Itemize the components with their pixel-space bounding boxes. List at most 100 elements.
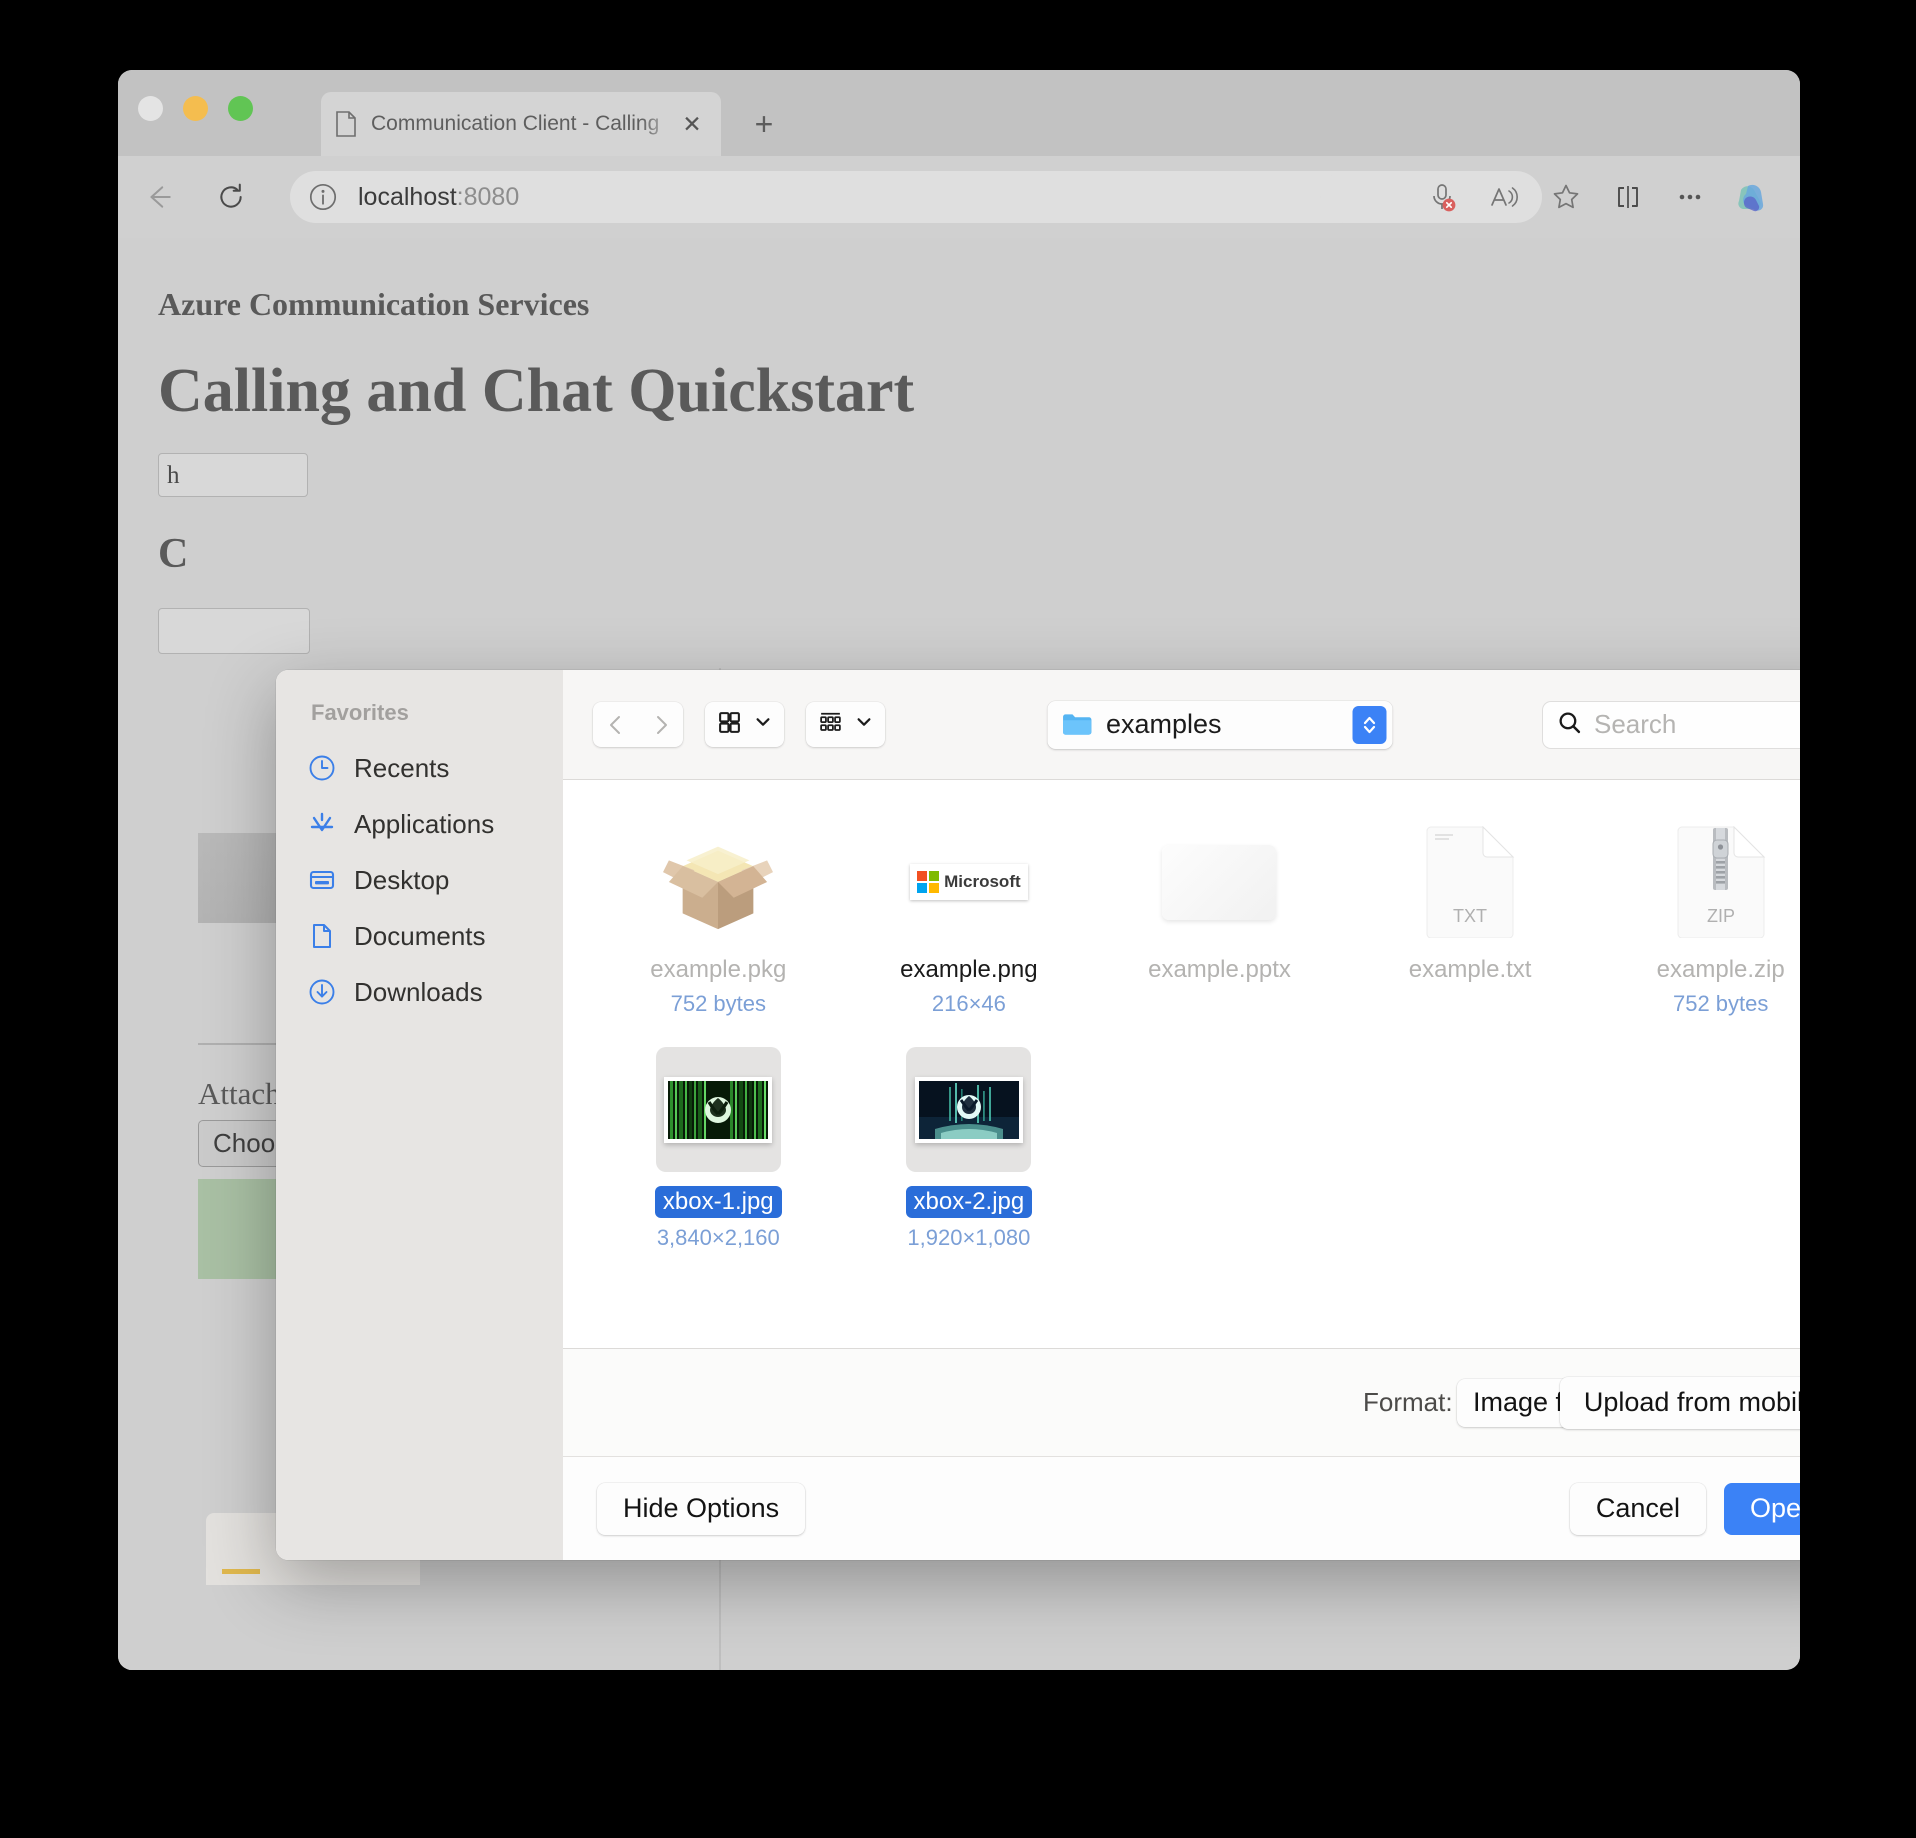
text-document-icon: TXT xyxy=(1410,822,1530,942)
search-icon xyxy=(1557,710,1582,740)
file-item[interactable]: TXT example.txt xyxy=(1345,822,1596,1017)
file-item[interactable]: Microsoft example.png 216×46 xyxy=(844,822,1095,1017)
file-item[interactable]: example.pptx xyxy=(1094,822,1345,1017)
current-folder-dropdown[interactable]: examples xyxy=(1047,700,1392,749)
file-item[interactable]: xbox-2.jpg 1,920×1,080 xyxy=(844,1047,1095,1251)
browser-tab[interactable]: Communication Client - Calling ✕ xyxy=(321,92,721,156)
address-bar[interactable]: localhost:8080 xyxy=(290,171,1390,223)
file-meta: 216×46 xyxy=(931,991,1006,1016)
search-placeholder: Search xyxy=(1594,709,1677,739)
copilot-icon[interactable] xyxy=(1724,171,1780,223)
sidebar-item-label: Recents xyxy=(354,752,450,783)
browser-window: Communication Client - Calling ✕ + local… xyxy=(118,70,1800,1670)
maximize-window-button[interactable] xyxy=(228,96,253,121)
sidebar-item-recents[interactable]: Recents xyxy=(276,740,563,796)
file-name: example.txt xyxy=(1408,956,1532,983)
file-meta: 752 bytes xyxy=(1672,991,1769,1016)
plus-icon[interactable]: + xyxy=(746,106,782,142)
gallery-view-button[interactable] xyxy=(806,702,885,747)
image-thumbnail-green xyxy=(655,1047,781,1172)
dialog-primary-actions: Cancel Open xyxy=(1569,1482,1800,1535)
toolbar-actions xyxy=(1414,171,1780,223)
chevron-down-icon xyxy=(754,713,772,736)
dialog-toolbar: examples Search xyxy=(563,670,1800,780)
file-item[interactable]: example.pkg 752 bytes xyxy=(593,822,844,1017)
info-circle-icon[interactable] xyxy=(308,182,338,212)
format-label: Format: xyxy=(1363,1387,1453,1417)
file-name: example.pkg xyxy=(650,956,787,983)
microphone-muted-icon[interactable] xyxy=(1414,171,1470,223)
close-icon[interactable]: ✕ xyxy=(677,109,707,139)
file-name: example.png xyxy=(900,956,1038,983)
upload-from-mobile-button[interactable]: Upload from mobile xyxy=(1559,1376,1800,1429)
microsoft-squares-icon xyxy=(917,871,940,893)
dialog-main: examples Search example.pkg 752 bytes Mi… xyxy=(563,670,1800,1560)
file-item[interactable]: xbox-1.jpg 3,840×2,160 xyxy=(593,1047,844,1251)
hide-options-button[interactable]: Hide Options xyxy=(597,1482,806,1535)
empty-grid-cell xyxy=(1345,1047,1596,1251)
file-grid: example.pkg 752 bytes Microsoft example.… xyxy=(593,822,1800,1251)
file-meta: 1,920×1,080 xyxy=(907,1225,1031,1250)
file-name: xbox-1.jpg xyxy=(654,1186,782,1218)
open-button[interactable]: Open xyxy=(1723,1482,1800,1535)
stepper-updown-icon[interactable] xyxy=(1352,705,1386,744)
window-traffic-lights xyxy=(138,96,253,121)
file-name: example.zip xyxy=(1656,956,1785,983)
dialog-action-bar: Hide Options Cancel Open xyxy=(563,1456,1800,1560)
applications-icon xyxy=(308,810,336,838)
gallery-view-icon xyxy=(818,710,843,740)
svg-text:TXT: TXT xyxy=(1453,906,1487,926)
sidebar-item-applications[interactable]: Applications xyxy=(276,796,563,852)
sidebar-item-downloads[interactable]: Downloads xyxy=(276,964,563,1020)
address-bar-text: localhost:8080 xyxy=(358,183,519,212)
file-meta: 752 bytes xyxy=(670,991,766,1016)
file-list-area[interactable]: example.pkg 752 bytes Microsoft example.… xyxy=(563,780,1800,1348)
url-host: localhost xyxy=(358,182,457,211)
read-aloud-icon[interactable] xyxy=(1476,171,1532,223)
page-secondary-input[interactable] xyxy=(158,608,310,654)
page-text-input[interactable]: h xyxy=(158,453,308,497)
page-section-heading: C xyxy=(158,531,189,577)
chevron-right-icon[interactable] xyxy=(638,702,683,747)
document-icon xyxy=(308,922,336,950)
download-circle-icon xyxy=(308,978,336,1006)
url-port: :8080 xyxy=(456,182,520,211)
file-item[interactable]: ZIP example.zip 752 bytes xyxy=(1595,822,1800,1017)
page-brand: Azure Communication Services xyxy=(158,286,590,322)
close-window-button[interactable] xyxy=(138,96,163,121)
clock-icon xyxy=(308,754,336,782)
svg-text:ZIP: ZIP xyxy=(1707,906,1735,926)
icon-view-button[interactable] xyxy=(705,702,784,747)
navigation-arrows xyxy=(593,702,683,747)
sidebar-item-label: Applications xyxy=(354,808,495,839)
sidebar-item-label: Desktop xyxy=(354,864,450,895)
search-input[interactable]: Search xyxy=(1543,701,1800,748)
microsoft-wordmark: Microsoft xyxy=(944,872,1021,891)
chevron-left-icon[interactable] xyxy=(593,702,638,747)
sidebar-item-desktop[interactable]: Desktop xyxy=(276,852,563,908)
sidebar-item-documents[interactable]: Documents xyxy=(276,908,563,964)
more-options-icon[interactable] xyxy=(1662,171,1718,223)
zip-archive-icon: ZIP xyxy=(1661,822,1781,942)
grid-view-icon xyxy=(717,710,742,740)
file-open-dialog: Favorites Recents Applications Desktop D… xyxy=(276,670,1800,1560)
empty-grid-cell xyxy=(1595,1047,1800,1251)
split-screen-icon[interactable] xyxy=(1600,171,1656,223)
cancel-button[interactable]: Cancel xyxy=(1569,1482,1706,1535)
page-icon xyxy=(335,111,357,137)
file-name: xbox-2.jpg xyxy=(905,1186,1033,1218)
browser-titlebar: Communication Client - Calling ✕ + xyxy=(118,70,1800,156)
sidebar-item-label: Downloads xyxy=(354,976,483,1007)
chevron-down-icon xyxy=(855,713,873,736)
sidebar-item-label: Documents xyxy=(354,920,486,951)
reload-icon[interactable] xyxy=(208,174,254,220)
back-arrow-icon[interactable] xyxy=(136,174,182,220)
accent-line xyxy=(222,1569,260,1574)
dialog-sidebar: Favorites Recents Applications Desktop D… xyxy=(276,670,563,1560)
screenshot-root: Communication Client - Calling ✕ + local… xyxy=(0,0,1916,1838)
favorites-star-icon[interactable] xyxy=(1538,171,1594,223)
file-name: example.pptx xyxy=(1148,956,1291,983)
image-thumbnail-blue xyxy=(906,1047,1032,1172)
minimize-window-button[interactable] xyxy=(183,96,208,121)
package-box-icon xyxy=(658,822,778,942)
